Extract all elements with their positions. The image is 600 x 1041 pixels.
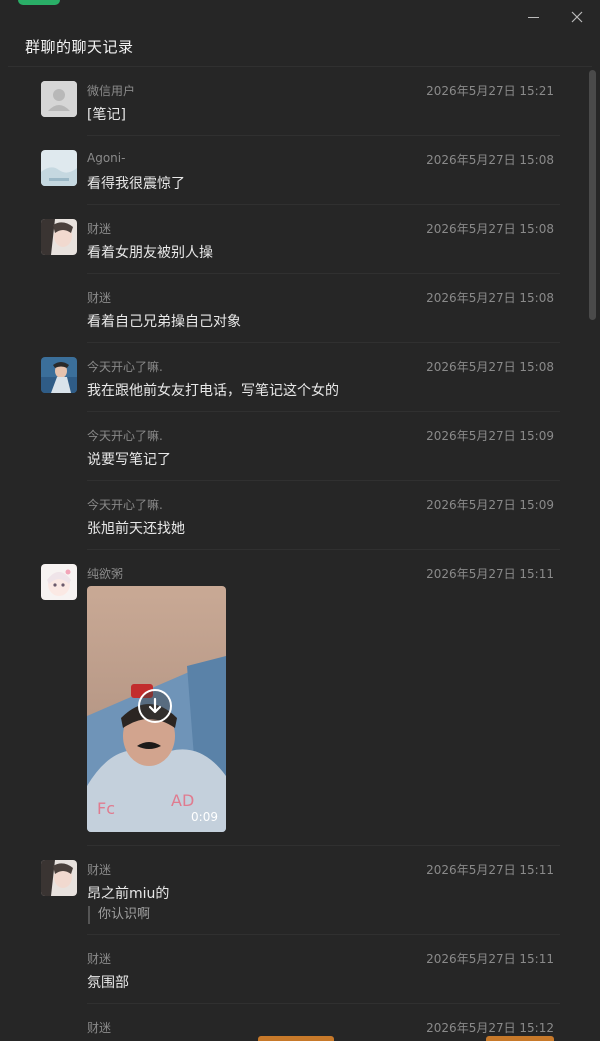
sender-name: 今天开心了嘛. bbox=[87, 429, 163, 443]
sender-name: 纯欲粥 bbox=[87, 567, 124, 581]
sender-name: 财迷 bbox=[87, 291, 112, 305]
sender-name: 财迷 bbox=[87, 222, 112, 236]
avatar[interactable] bbox=[41, 860, 77, 896]
message-time: 2026年5月27日 15:11 bbox=[426, 863, 554, 877]
message-text[interactable]: 我在跟他前女友打电话，写笔记这个女的 bbox=[87, 380, 339, 400]
avatar[interactable] bbox=[41, 564, 77, 600]
portrait-avatar-icon bbox=[41, 219, 77, 255]
avatar[interactable] bbox=[41, 219, 77, 255]
message-item: 财迷 2026年5月27日 15:11 昂之前miu的 你认识啊 bbox=[0, 846, 590, 935]
message-text[interactable]: 昂之前miu的 bbox=[87, 883, 169, 903]
attachment-preview-edge bbox=[486, 1036, 554, 1041]
message-time: 2026年5月27日 15:11 bbox=[426, 952, 554, 966]
close-icon bbox=[571, 11, 583, 23]
message-time: 2026年5月27日 15:09 bbox=[426, 498, 554, 512]
avatar[interactable] bbox=[41, 150, 77, 186]
message-time: 2026年5月27日 15:08 bbox=[426, 291, 554, 305]
sender-name: 今天开心了嘛. bbox=[87, 498, 163, 512]
message-text[interactable]: 氛围部 bbox=[87, 972, 129, 992]
sender-name: 财迷 bbox=[87, 952, 112, 966]
scrollbar-thumb[interactable] bbox=[589, 70, 596, 320]
sender-name: Agoni- bbox=[87, 151, 126, 165]
sender-name: 财迷 bbox=[87, 863, 112, 877]
message-text[interactable]: 看得我很震惊了 bbox=[87, 173, 185, 193]
default-avatar-icon bbox=[41, 81, 77, 117]
message-item: 今天开心了嘛. 2026年5月27日 15:08 我在跟他前女友打电话，写笔记这… bbox=[0, 343, 590, 412]
message-item: Agoni- 2026年5月27日 15:08 看得我很震惊了 bbox=[0, 136, 590, 205]
window-accent-bar bbox=[18, 0, 60, 5]
message-text[interactable]: [笔记] bbox=[87, 104, 126, 124]
avatar[interactable] bbox=[41, 81, 77, 117]
message-item: 财迷 2026年5月27日 15:08 看着女朋友被别人操 bbox=[0, 205, 590, 274]
avatar[interactable] bbox=[41, 357, 77, 393]
video-duration: 0:09 bbox=[191, 810, 218, 824]
sender-name: 微信用户 bbox=[87, 84, 136, 98]
message-text[interactable]: 看着自己兄弟操自己对象 bbox=[87, 311, 241, 331]
message-list[interactable]: 微信用户 2026年5月27日 15:21 [笔记] Agoni- 2026年5… bbox=[0, 67, 590, 1041]
chat-history-window: 群聊的聊天记录 微信用户 2026年5月27日 15:21 [笔记] Agoni… bbox=[0, 0, 600, 1041]
video-message[interactable]: Fc AD 0:09 bbox=[87, 586, 226, 832]
message-item: 纯欲粥 2026年5月27日 15:11 Fc AD 0:09 bbox=[0, 550, 590, 846]
message-time: 2026年5月27日 15:08 bbox=[426, 360, 554, 374]
message-item: 今天开心了嘛. 2026年5月27日 15:09 说要写笔记了 bbox=[0, 412, 590, 481]
message-time: 2026年5月27日 15:08 bbox=[426, 222, 554, 236]
message-time: 2026年5月27日 15:12 bbox=[426, 1021, 554, 1035]
svg-text:AD: AD bbox=[171, 791, 194, 810]
message-text[interactable]: 看着女朋友被别人操 bbox=[87, 242, 213, 262]
svg-text:Fc: Fc bbox=[97, 799, 115, 818]
message-text[interactable]: 说要写笔记了 bbox=[87, 449, 171, 469]
portrait-avatar-icon bbox=[41, 860, 77, 896]
landscape-avatar-icon bbox=[41, 150, 77, 186]
attachment-preview-edge bbox=[258, 1036, 334, 1041]
beach-avatar-icon bbox=[41, 357, 77, 393]
anime-avatar-icon bbox=[41, 564, 77, 600]
window-title: 群聊的聊天记录 bbox=[25, 38, 134, 56]
message-text[interactable]: 张旭前天还找她 bbox=[87, 518, 185, 538]
message-item: 今天开心了嘛. 2026年5月27日 15:09 张旭前天还找她 bbox=[0, 481, 590, 550]
message-time: 2026年5月27日 15:09 bbox=[426, 429, 554, 443]
quoted-message[interactable]: 你认识啊 bbox=[88, 906, 150, 924]
message-item: 微信用户 2026年5月27日 15:21 [笔记] bbox=[0, 67, 590, 136]
download-icon[interactable] bbox=[138, 689, 172, 723]
message-time: 2026年5月27日 15:11 bbox=[426, 567, 554, 581]
minimize-button[interactable] bbox=[522, 7, 546, 27]
message-item: 财迷 2026年5月27日 15:08 看着自己兄弟操自己对象 bbox=[0, 274, 590, 343]
message-item: 财迷 2026年5月27日 15:11 氛围部 bbox=[0, 935, 590, 1004]
message-time: 2026年5月27日 15:08 bbox=[426, 153, 554, 167]
message-time: 2026年5月27日 15:21 bbox=[426, 84, 554, 98]
sender-name: 今天开心了嘛. bbox=[87, 360, 163, 374]
close-button[interactable] bbox=[565, 7, 589, 27]
sender-name: 财迷 bbox=[87, 1021, 112, 1035]
